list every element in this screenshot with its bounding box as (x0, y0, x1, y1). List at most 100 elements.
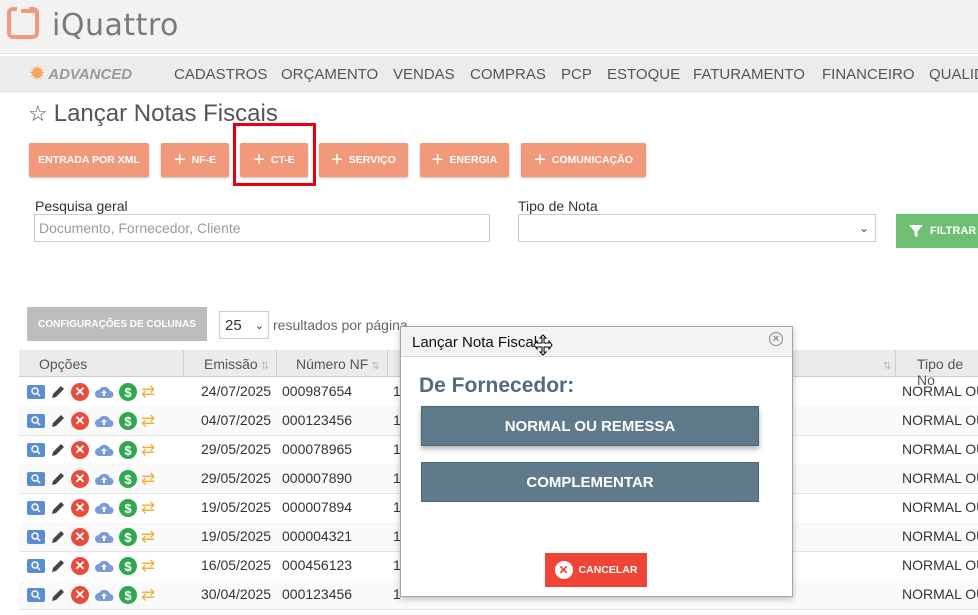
comunicacao-button[interactable]: + COMUNICAÇÃO (521, 143, 646, 177)
cloud-upload-icon[interactable] (93, 441, 115, 459)
column-divider (387, 350, 388, 376)
cloud-upload-icon[interactable] (93, 383, 115, 401)
money-icon[interactable]: $ (119, 383, 137, 401)
close-icon[interactable]: ✕ (769, 332, 783, 346)
edit-icon[interactable] (49, 441, 67, 459)
delete-icon[interactable]: ✕ (71, 499, 89, 517)
edit-icon[interactable] (49, 383, 67, 401)
search-label: Pesquisa geral (35, 198, 128, 214)
cell-tipo: NORMAL OU (902, 470, 978, 486)
page-size-select[interactable]: 25 ⌄ (219, 311, 269, 339)
delete-icon[interactable]: ✕ (71, 557, 89, 575)
delete-icon[interactable]: ✕ (71, 470, 89, 488)
cell-numero: 000987654 (282, 383, 353, 399)
view-icon[interactable] (27, 443, 45, 457)
delete-icon[interactable]: ✕ (71, 586, 89, 604)
page-size-value: 25 (225, 316, 242, 334)
cell-emissao: 19/05/2025 (201, 528, 272, 544)
col-emissao[interactable]: Emissão ⇅ (204, 356, 269, 372)
transfer-icon[interactable]: ⇄ (141, 411, 155, 431)
cell-emissao: 29/05/2025 (201, 470, 272, 486)
view-icon[interactable] (27, 530, 45, 544)
transfer-icon[interactable]: ⇄ (141, 527, 155, 547)
edit-icon[interactable] (49, 470, 67, 488)
cancel-button[interactable]: ✕ CANCELAR (545, 553, 647, 587)
nav-orcamento[interactable]: ORÇAMENTO (281, 66, 378, 83)
nav-vendas[interactable]: VENDAS (393, 66, 455, 83)
transfer-icon[interactable]: ⇄ (141, 469, 155, 489)
transfer-icon[interactable]: ⇄ (141, 556, 155, 576)
edit-icon[interactable] (49, 586, 67, 604)
delete-icon[interactable]: ✕ (71, 383, 89, 401)
delete-icon[interactable]: ✕ (71, 412, 89, 430)
money-icon[interactable]: $ (119, 470, 137, 488)
highlight-annotation (233, 123, 316, 186)
edit-icon[interactable] (49, 412, 67, 430)
cell-emissao: 04/07/2025 (201, 412, 272, 428)
cloud-upload-icon[interactable] (93, 586, 115, 604)
edit-icon[interactable] (49, 528, 67, 546)
chevron-down-icon: ⌄ (858, 221, 869, 235)
cloud-upload-icon[interactable] (93, 528, 115, 546)
view-icon[interactable] (27, 414, 45, 428)
money-icon[interactable]: $ (119, 528, 137, 546)
delete-icon[interactable]: ✕ (71, 441, 89, 459)
sort-icon[interactable]: ⇅ (880, 356, 891, 372)
servico-button[interactable]: + SERVIÇO (319, 143, 408, 177)
view-icon[interactable] (27, 501, 45, 515)
money-icon[interactable]: $ (119, 412, 137, 430)
nav-cadastros[interactable]: CADASTROS (174, 66, 267, 83)
view-icon[interactable] (27, 559, 45, 573)
nav-compras[interactable]: COMPRAS (470, 66, 546, 83)
cell-tipo: NORMAL OU (902, 412, 978, 428)
cancel-icon: ✕ (554, 561, 573, 579)
servico-label: SERVIÇO (348, 154, 396, 166)
nav-qualidade[interactable]: QUALID (929, 66, 978, 83)
column-config-label: CONFIGURAÇÕES DE COLUNAS (38, 318, 196, 330)
col-numero[interactable]: Número NF ⇅ (296, 356, 380, 372)
column-divider (183, 350, 184, 376)
money-icon[interactable]: $ (119, 557, 137, 575)
entrada-xml-button[interactable]: ENTRADA POR XML (29, 143, 149, 177)
delete-icon[interactable]: ✕ (71, 528, 89, 546)
edit-icon[interactable] (49, 557, 67, 575)
search-input[interactable] (34, 214, 490, 242)
iquattro-logo-icon[interactable] (7, 7, 39, 39)
nav-pcp[interactable]: PCP (561, 66, 592, 83)
cell-numero: 000123456 (282, 586, 353, 602)
cell-tipo: NORMAL OU (902, 528, 978, 544)
money-icon[interactable]: $ (119, 586, 137, 604)
cloud-upload-icon[interactable] (93, 557, 115, 575)
view-icon[interactable] (27, 472, 45, 486)
row-options: ✕ $ ⇄ (27, 556, 155, 576)
tipo-nota-select[interactable]: ⌄ (518, 214, 876, 242)
column-config-button[interactable]: CONFIGURAÇÕES DE COLUNAS (27, 307, 207, 341)
nav-financeiro[interactable]: FINANCEIRO (822, 66, 915, 83)
cell-tipo: NORMAL OU (902, 441, 978, 457)
row-options: ✕ $ ⇄ (27, 382, 155, 402)
cloud-upload-icon[interactable] (93, 470, 115, 488)
view-icon[interactable] (27, 588, 45, 602)
transfer-icon[interactable]: ⇄ (141, 585, 155, 605)
normal-remessa-button[interactable]: NORMAL OU REMESSA (421, 406, 759, 446)
edit-icon[interactable] (49, 499, 67, 517)
view-icon[interactable] (27, 385, 45, 399)
cloud-upload-icon[interactable] (93, 412, 115, 430)
star-icon[interactable]: ☆ (28, 101, 48, 127)
transfer-icon[interactable]: ⇄ (141, 382, 155, 402)
money-icon[interactable]: $ (119, 441, 137, 459)
complementar-button[interactable]: COMPLEMENTAR (421, 462, 759, 502)
transfer-icon[interactable]: ⇄ (141, 498, 155, 518)
money-icon[interactable]: $ (119, 499, 137, 517)
row-options: ✕ $ ⇄ (27, 411, 155, 431)
cell-tipo: NORMAL OU (902, 383, 978, 399)
energia-button[interactable]: + ENERGIA (420, 143, 509, 177)
transfer-icon[interactable]: ⇄ (141, 440, 155, 460)
nav-estoque[interactable]: ESTOQUE (607, 66, 680, 83)
nfe-button[interactable]: + NF-E (161, 143, 229, 177)
col-numero-label: Número NF (296, 356, 369, 372)
cloud-upload-icon[interactable] (93, 499, 115, 517)
filter-button[interactable]: FILTRAR (896, 214, 978, 248)
cell-emissao: 24/07/2025 (201, 383, 272, 399)
nav-faturamento[interactable]: FATURAMENTO (693, 66, 805, 83)
